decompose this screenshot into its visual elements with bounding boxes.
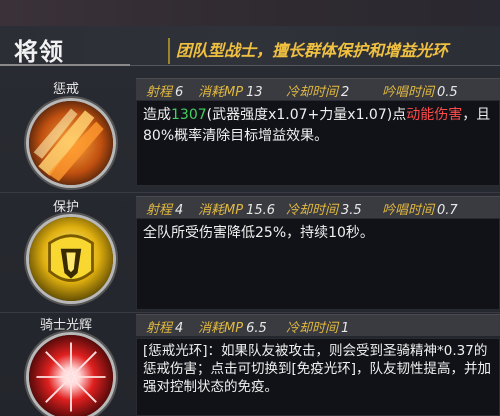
red-burst-icon[interactable] (26, 332, 116, 416)
fire-slash-icon[interactable] (26, 98, 116, 188)
stat-range: 射程 6 (146, 85, 184, 100)
top-strip (0, 0, 500, 26)
damage-type: 动能伤害 (406, 107, 463, 123)
stat-range: 射程 4 (146, 203, 184, 218)
damage-value: 1307 (171, 107, 207, 123)
skill-stats-knight-glory: 射程 4 消耗MP 6.5 冷却时间 1 (136, 314, 500, 336)
skill-name-protect: 保护 (52, 200, 79, 215)
stat-mp: 消耗MP 13 (198, 85, 263, 100)
stat-cooldown: 冷却时间 2 (286, 85, 350, 100)
stat-cast: 吟唱时间 0.5 (382, 85, 458, 100)
class-title: 将领 (14, 38, 64, 66)
skill-desc-punish: 造成1307(武器强度x1.07+力量x1.07)点动能伤害，且80%概率清除目… (136, 100, 500, 186)
skill-desc-protect: 全队所受伤害降低25%，持续10秒。 (136, 218, 500, 310)
skill-desc-knight-glory: [惩戒光环]：如果队友被攻击，则会受到圣骑精神*0.37的惩戒伤害；点击可切换到… (136, 338, 500, 416)
title-underline (0, 64, 130, 66)
skill-name-knight-glory: 骑士光辉 (39, 318, 92, 333)
skill-panel: 将领 团队型战士，擅长群体保护和增益光环 惩戒 射程 6 消耗MP 13 冷却时间 2… (0, 0, 500, 416)
golden-shield-icon[interactable] (26, 214, 116, 304)
separator (0, 312, 500, 313)
skill-stats-protect: 射程 4 消耗MP 15.6 冷却时间 3.5 吟唱时间 0.7 (136, 196, 500, 218)
stat-mp: 消耗MP 15.6 (198, 203, 276, 218)
stat-range: 射程 4 (146, 321, 184, 336)
stat-cooldown: 冷却时间 1 (286, 321, 350, 336)
stat-mp: 消耗MP 6.5 (198, 321, 267, 336)
role-description: 团队型战士，擅长群体保护和增益光环 (168, 38, 498, 64)
skill-stats-punish: 射程 6 消耗MP 13 冷却时间 2 吟唱时间 0.5 (136, 78, 500, 100)
stat-cooldown: 冷却时间 3.5 (286, 203, 362, 218)
stat-cast: 吟唱时间 0.7 (382, 203, 458, 218)
separator (0, 192, 500, 193)
skill-name-punish: 惩戒 (52, 82, 79, 97)
